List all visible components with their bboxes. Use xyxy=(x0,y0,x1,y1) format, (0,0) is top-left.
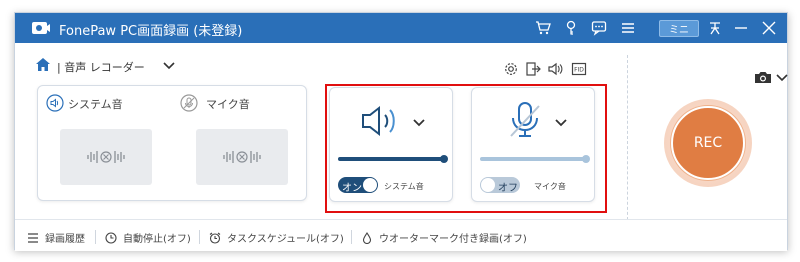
mic-sound-caption: マイク音 xyxy=(534,182,566,191)
vertical-divider xyxy=(627,55,628,225)
app-logo-icon xyxy=(32,22,50,34)
export-icon[interactable] xyxy=(525,61,541,77)
auto-stop-button[interactable]: 自動停止(オフ) xyxy=(105,230,191,245)
toggle-off-text: オフ xyxy=(498,183,518,194)
camera-icon[interactable] xyxy=(754,70,772,84)
home-icon[interactable] xyxy=(35,57,51,72)
chat-icon[interactable] xyxy=(589,18,609,38)
mini-mode-button[interactable]: ミニ xyxy=(659,20,699,37)
mic-volume-knob[interactable] xyxy=(582,155,590,163)
title-bar: FonePaw PC画面録画 (未登録) ミニ xyxy=(15,13,787,43)
mic-sound-toggle[interactable]: オフ xyxy=(480,177,520,194)
separator xyxy=(95,230,96,244)
chevron-down-icon[interactable] xyxy=(163,61,175,71)
key-icon[interactable] xyxy=(561,18,581,38)
watermark-recording-button[interactable]: ウオーターマーク付き録画(オフ) xyxy=(361,230,527,245)
app-title: FonePaw PC画面録画 (未登録) xyxy=(59,24,243,39)
chevron-down-icon[interactable] xyxy=(554,118,568,128)
mic-sound-card: オフ マイク音 xyxy=(471,87,595,202)
close-icon[interactable] xyxy=(759,18,779,38)
system-sound-toggle[interactable]: オン xyxy=(338,177,378,194)
task-schedule-label: タスクスケジュール(オフ) xyxy=(227,234,344,245)
separator xyxy=(199,230,200,244)
system-volume-slider[interactable] xyxy=(338,157,446,161)
system-volume-knob[interactable] xyxy=(440,155,448,163)
recording-history-button[interactable]: 録画履歴 xyxy=(27,230,85,245)
watermark-recording-label: ウオーターマーク付き録画(オフ) xyxy=(379,234,527,245)
auto-stop-label: 自動停止(オフ) xyxy=(123,234,191,245)
cart-icon[interactable] xyxy=(533,18,553,38)
system-waveform-box xyxy=(60,129,152,185)
system-sound-caption: システム音 xyxy=(384,182,424,191)
menu-icon[interactable] xyxy=(618,18,638,38)
toolbar: | 音声 レコーダー FID xyxy=(15,43,787,87)
bottom-bar: 録画履歴 自動停止(オフ) タスクスケジュール(オフ) ウオーターマーク付き録画… xyxy=(15,219,787,251)
microphone-muted-icon[interactable] xyxy=(506,100,544,140)
app-window: FonePaw PC画面録画 (未登録) ミニ | 音声 レコーダー FID シ… xyxy=(14,12,788,251)
waveform-muted-icon xyxy=(87,151,125,163)
chevron-down-icon[interactable] xyxy=(776,73,788,83)
alarm-clock-icon xyxy=(209,232,221,244)
fit-screen-icon[interactable]: FID xyxy=(571,61,587,77)
settings-gear-icon[interactable] xyxy=(503,61,519,77)
mic-volume-slider[interactable] xyxy=(480,157,588,161)
mic-sound-label: マイク音 xyxy=(206,98,250,111)
toggle-on-text: オン xyxy=(342,183,362,194)
breadcrumb: | 音声 レコーダー xyxy=(57,61,145,74)
pin-icon[interactable] xyxy=(705,18,725,38)
list-icon xyxy=(28,232,38,243)
chevron-down-icon[interactable] xyxy=(412,118,426,128)
speaker-icon[interactable] xyxy=(360,104,402,138)
audio-sources-card: システム音 マイク音 xyxy=(37,85,307,201)
separator xyxy=(351,230,352,244)
minimize-icon[interactable] xyxy=(731,18,751,38)
speaker-icon[interactable] xyxy=(547,61,563,77)
rec-button[interactable]: REC xyxy=(671,106,745,180)
mic-waveform-box xyxy=(196,129,288,185)
microphone-muted-icon[interactable] xyxy=(180,94,198,112)
water-drop-icon xyxy=(362,231,372,244)
task-schedule-button[interactable]: タスクスケジュール(オフ) xyxy=(209,230,344,245)
system-sound-label: システム音 xyxy=(68,98,123,111)
svg-text:FID: FID xyxy=(574,67,584,74)
clock-icon xyxy=(105,231,117,244)
speaker-circle-icon[interactable] xyxy=(46,94,64,112)
recording-history-label: 録画履歴 xyxy=(45,234,85,245)
toggle-knob xyxy=(363,178,377,192)
toggle-knob xyxy=(481,178,495,192)
system-sound-card: オン システム音 xyxy=(329,87,453,202)
waveform-muted-icon xyxy=(223,151,261,163)
